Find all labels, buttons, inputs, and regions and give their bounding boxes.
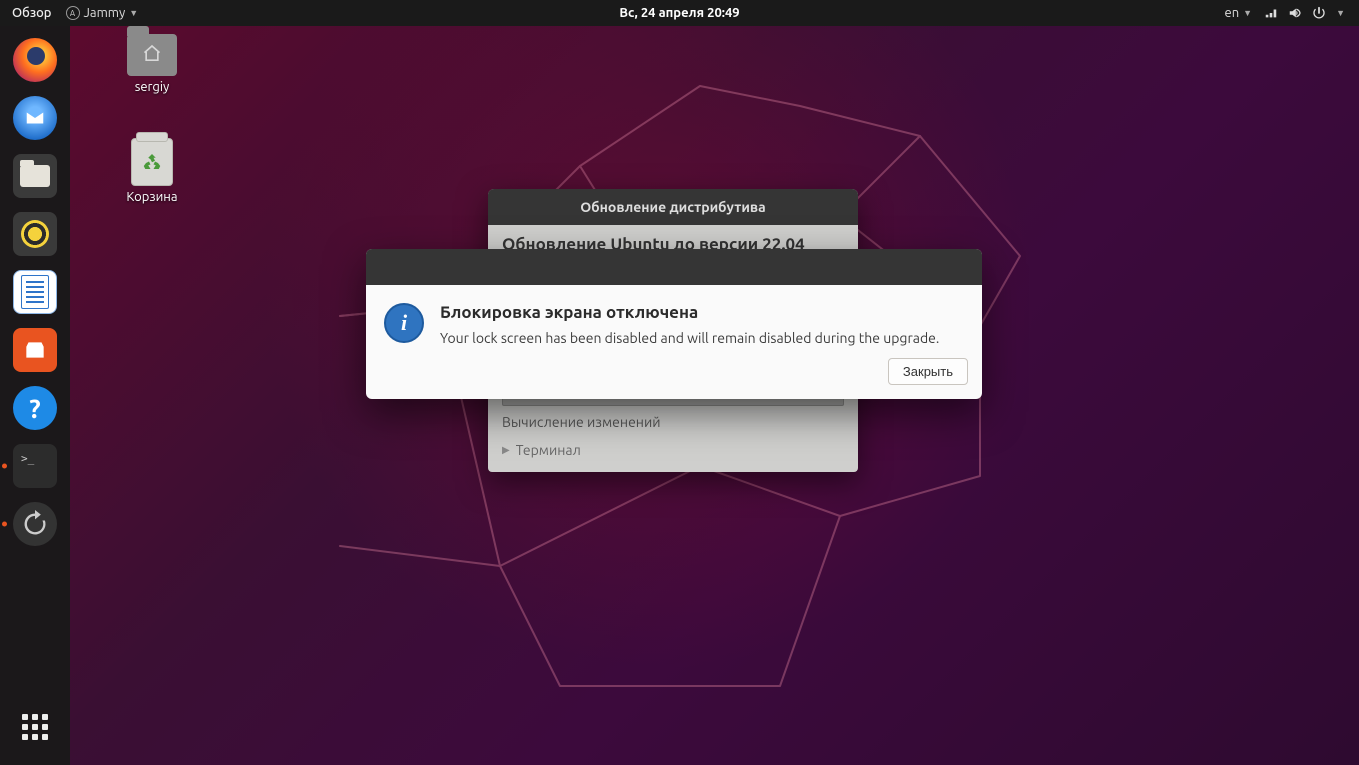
dock-item-rhythmbox[interactable] [9, 208, 61, 260]
thunderbird-icon [13, 96, 57, 140]
info-dialog-title: Блокировка экрана отключена [440, 303, 939, 322]
dock-item-thunderbird[interactable] [9, 92, 61, 144]
input-language-indicator[interactable]: en ▼ [1225, 6, 1253, 20]
app-menu[interactable]: A Jammy ▼ [66, 6, 139, 20]
upgrade-status-text: Вычисление изменений [502, 414, 844, 430]
desktop-icon-home[interactable]: sergiy [110, 34, 194, 94]
expander-label: Терминал [516, 442, 581, 458]
show-applications-button[interactable] [9, 701, 61, 753]
libreoffice-writer-icon [13, 270, 57, 314]
volume-icon [1288, 6, 1302, 20]
info-dialog: i Блокировка экрана отключена Your lock … [366, 249, 982, 399]
upgrade-window-titlebar[interactable]: Обновление дистрибутива [488, 189, 858, 225]
running-indicator-dot [2, 464, 7, 469]
chevron-down-icon: ▼ [1243, 8, 1252, 18]
terminal-icon: >_ [13, 444, 57, 488]
desktop[interactable]: sergiy Корзина Обновление дистрибутива О… [70, 26, 1359, 765]
updater-icon: A [66, 6, 80, 20]
software-updater-icon [13, 502, 57, 546]
desktop-icon-label: Корзина [110, 190, 194, 204]
desktop-icon-label: sergiy [110, 80, 194, 94]
chevron-down-icon: ▼ [1336, 8, 1345, 18]
dock-item-help[interactable]: ? [9, 382, 61, 434]
dock: ? >_ [0, 26, 70, 765]
dock-item-terminal[interactable]: >_ [9, 440, 61, 492]
expander-triangle-icon: ▶ [502, 444, 510, 456]
running-indicator-dot [2, 522, 7, 527]
power-icon [1312, 6, 1326, 20]
info-icon: i [384, 303, 424, 343]
dock-item-firefox[interactable] [9, 34, 61, 86]
dock-item-files[interactable] [9, 150, 61, 202]
ubuntu-software-icon [13, 328, 57, 372]
terminal-expander[interactable]: ▶ Терминал [502, 442, 844, 458]
app-menu-label: Jammy [84, 6, 126, 20]
info-dialog-message: Your lock screen has been disabled and w… [440, 330, 939, 346]
system-status-area[interactable]: ▼ [1264, 6, 1345, 20]
apps-grid-icon [22, 714, 48, 740]
rhythmbox-icon [13, 212, 57, 256]
close-button[interactable]: Закрыть [888, 358, 968, 385]
chevron-down-icon: ▼ [129, 8, 138, 18]
desktop-icon-trash[interactable]: Корзина [110, 138, 194, 204]
home-folder-icon [127, 34, 177, 76]
trash-icon [131, 138, 173, 186]
files-icon [13, 154, 57, 198]
upgrade-window-title: Обновление дистрибутива [580, 199, 765, 215]
network-icon [1264, 6, 1278, 20]
clock[interactable]: Вс, 24 апреля 20:49 [619, 6, 739, 20]
dock-item-writer[interactable] [9, 266, 61, 318]
help-icon: ? [13, 386, 57, 430]
activities-button[interactable]: Обзор [12, 6, 52, 20]
firefox-icon [13, 38, 57, 82]
language-label: en [1225, 6, 1240, 20]
top-panel: Обзор A Jammy ▼ Вс, 24 апреля 20:49 en ▼… [0, 0, 1359, 26]
dock-item-software[interactable] [9, 324, 61, 376]
info-dialog-titlebar[interactable] [366, 249, 982, 285]
dock-item-updater[interactable] [9, 498, 61, 550]
